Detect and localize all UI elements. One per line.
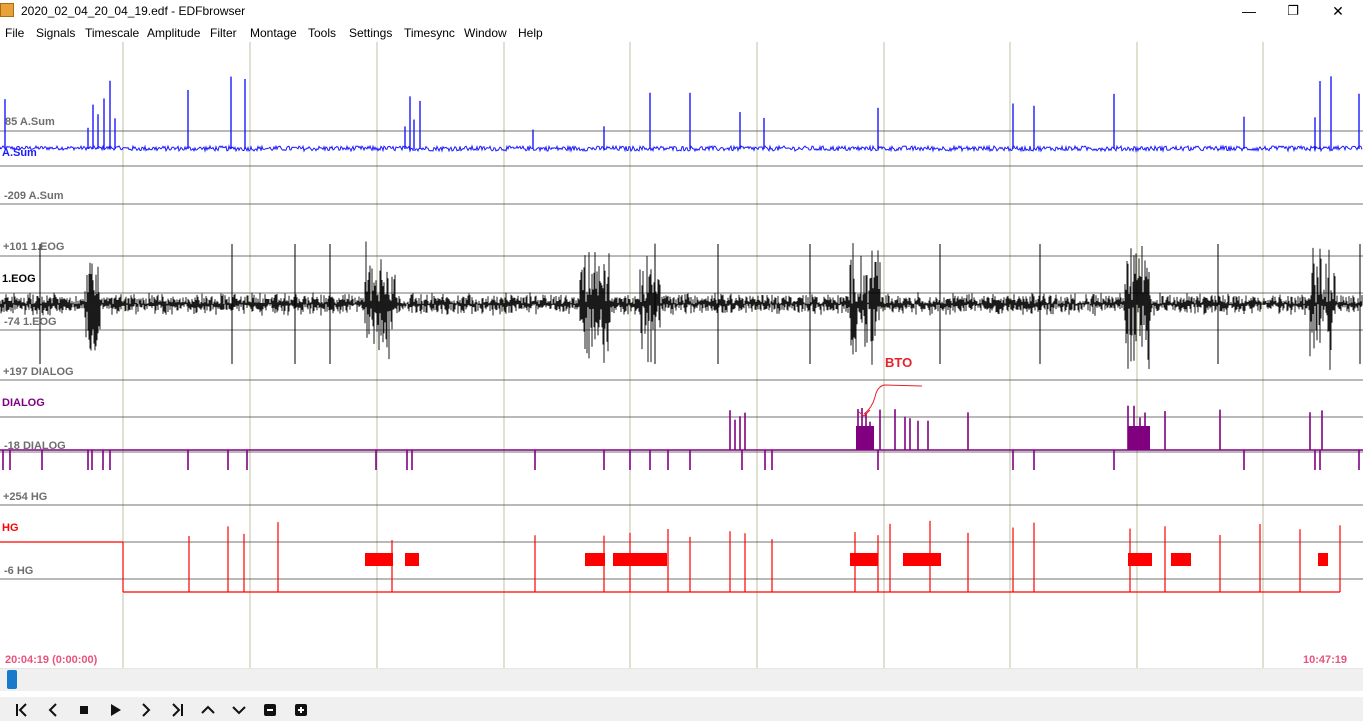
- eog-top-scale: +101 1.EOG: [3, 241, 65, 253]
- play-icon: [111, 704, 121, 716]
- eog-trace: [0, 241, 1363, 370]
- menu-filter[interactable]: Filter: [210, 26, 237, 40]
- last-button[interactable]: [165, 699, 189, 721]
- zoom-out-icon: [264, 704, 276, 716]
- annotation-arrow-line: [863, 384, 923, 415]
- first-button[interactable]: [10, 699, 34, 721]
- menu-help[interactable]: Help: [518, 26, 543, 40]
- menu-amplitude[interactable]: Amplitude: [147, 26, 200, 40]
- menu-tools[interactable]: Tools: [308, 26, 336, 40]
- hg-block: [903, 553, 941, 566]
- dialog-block: [856, 426, 874, 450]
- dialog-block: [1128, 426, 1150, 450]
- window-title: 2020_02_04_20_04_19.edf - EDFbrowser: [21, 4, 246, 18]
- hg-block: [1318, 553, 1328, 566]
- hg-block: [585, 553, 605, 566]
- hg-block: [850, 553, 878, 566]
- close-button[interactable]: ✕: [1315, 0, 1361, 22]
- next-button[interactable]: [134, 699, 158, 721]
- asum-label[interactable]: A.Sum: [2, 147, 37, 159]
- eog-label[interactable]: 1.EOG: [2, 273, 36, 285]
- zoom-in-icon: [295, 704, 307, 716]
- play-button[interactable]: [103, 699, 127, 721]
- hg-label[interactable]: HG: [2, 522, 19, 534]
- hg-block: [365, 553, 393, 566]
- scroll-thumb[interactable]: [7, 670, 17, 689]
- end-time-label: 10:47:19: [1303, 654, 1348, 666]
- asum-top-scale: 85 A.Sum: [5, 116, 55, 128]
- dialog-bottom-scale: -18 DIALOG: [4, 440, 66, 452]
- menu-bar: File Signals Timescale Amplitude Filter …: [0, 22, 1363, 42]
- menu-settings[interactable]: Settings: [349, 26, 392, 40]
- hg-block: [1128, 553, 1152, 566]
- hg-bottom-scale: -6 HG: [4, 565, 34, 577]
- hg-block: [405, 553, 419, 566]
- prev-icon: [48, 703, 57, 717]
- eog-trace-path: [0, 241, 1363, 370]
- dialog-top-scale: +197 DIALOG: [3, 366, 74, 378]
- menu-montage[interactable]: Montage: [250, 26, 297, 40]
- stop-icon: [80, 706, 88, 714]
- last-icon: [172, 703, 183, 717]
- prev-button[interactable]: [41, 699, 65, 721]
- annotation-bto[interactable]: BTO: [885, 355, 912, 370]
- down-button[interactable]: [227, 699, 251, 721]
- first-icon: [16, 703, 27, 717]
- scroll-track[interactable]: [0, 668, 1363, 691]
- horizontal-scrollbar[interactable]: [0, 668, 1363, 691]
- navigation-toolbar: [0, 697, 1363, 721]
- menu-signals[interactable]: Signals: [36, 26, 75, 40]
- menu-timesync[interactable]: Timesync: [404, 26, 455, 40]
- zoom-in-button[interactable]: [289, 699, 313, 721]
- menu-file[interactable]: File: [5, 26, 24, 40]
- app-icon: [0, 3, 14, 17]
- next-icon: [142, 703, 151, 717]
- minimize-button[interactable]: —: [1226, 0, 1272, 22]
- start-time-label: 20:04:19 (0:00:00): [5, 654, 98, 666]
- up-button[interactable]: [196, 699, 220, 721]
- menu-window[interactable]: Window: [464, 26, 507, 40]
- hg-block: [613, 553, 667, 566]
- up-icon: [201, 705, 215, 714]
- dialog-label[interactable]: DIALOG: [2, 397, 45, 409]
- restore-button[interactable]: ❐: [1270, 0, 1316, 22]
- eog-bottom-scale: -74 1.EOG: [4, 316, 57, 328]
- down-icon: [232, 706, 246, 715]
- hg-top-scale: +254 HG: [3, 491, 48, 503]
- zoom-out-button[interactable]: [258, 699, 282, 721]
- signal-display[interactable]: 85 A.Sum A.Sum -209 A.Sum +101 1.EOG 1.E…: [0, 42, 1363, 668]
- stop-button[interactable]: [72, 699, 96, 721]
- menu-timescale[interactable]: Timescale: [85, 26, 139, 40]
- hg-block: [1171, 553, 1191, 566]
- asum-trace: [0, 144, 1363, 153]
- title-bar: 2020_02_04_20_04_19.edf - EDFbrowser — ❐…: [0, 0, 1363, 22]
- signal-canvas: [0, 42, 1363, 668]
- asum-bottom-scale: -209 A.Sum: [4, 190, 64, 202]
